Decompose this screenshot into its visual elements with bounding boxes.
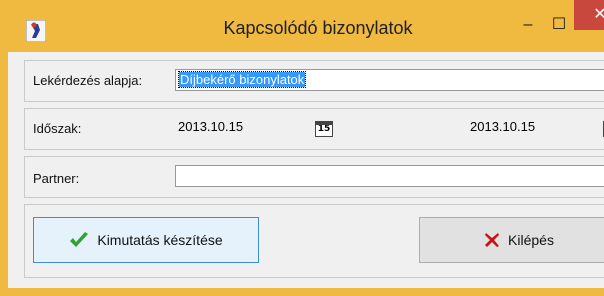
close-button[interactable]: ✕ bbox=[574, 0, 604, 30]
exit-label: Kilépés bbox=[508, 232, 554, 248]
query-basis-value: Díjbekérő bizonylatok bbox=[177, 71, 307, 88]
period-from-value: 2013.10.15 bbox=[178, 119, 244, 134]
period-to-value: 2013.10.15 bbox=[470, 119, 536, 134]
period-to-field[interactable]: 2013.10.15 bbox=[467, 117, 604, 139]
app-icon bbox=[26, 20, 46, 42]
title-bar[interactable]: Kapcsolódó bizonylatok – ☐ ✕ bbox=[8, 0, 604, 52]
button-panel: Kimutatás készítése Kilépés bbox=[24, 204, 604, 278]
cross-icon bbox=[485, 233, 500, 247]
window-title: Kapcsolódó bizonylatok bbox=[223, 18, 413, 38]
calendar-icon[interactable]: 15 bbox=[315, 121, 333, 137]
query-basis-panel: Lekérdezés alapja: Díjbekérő bizonylatok bbox=[24, 60, 604, 102]
query-basis-select[interactable]: Díjbekérő bizonylatok bbox=[175, 69, 604, 91]
partner-input[interactable] bbox=[175, 165, 604, 187]
maximize-button[interactable]: ☐ bbox=[544, 14, 574, 36]
exit-button[interactable]: Kilépés bbox=[419, 217, 604, 263]
period-from-field[interactable]: 2013.10.15 bbox=[175, 117, 337, 139]
period-label: Időszak: bbox=[33, 121, 82, 136]
period-panel: Időszak: 2013.10.15 15 2013.10.15 bbox=[24, 108, 604, 150]
query-basis-label: Lekérdezés alapja: bbox=[33, 73, 143, 88]
create-report-label: Kimutatás készítése bbox=[97, 232, 223, 248]
dialog-body: Lekérdezés alapja: Díjbekérő bizonylatok… bbox=[16, 52, 604, 288]
checkmark-icon bbox=[70, 232, 89, 247]
minimize-button[interactable]: – bbox=[513, 14, 543, 36]
app-window: Kapcsolódó bizonylatok – ☐ ✕ Lekérdezés … bbox=[0, 0, 604, 296]
create-report-button[interactable]: Kimutatás készítése bbox=[33, 217, 259, 263]
partner-panel: Partner: bbox=[24, 156, 604, 198]
partner-label: Partner: bbox=[33, 171, 80, 186]
